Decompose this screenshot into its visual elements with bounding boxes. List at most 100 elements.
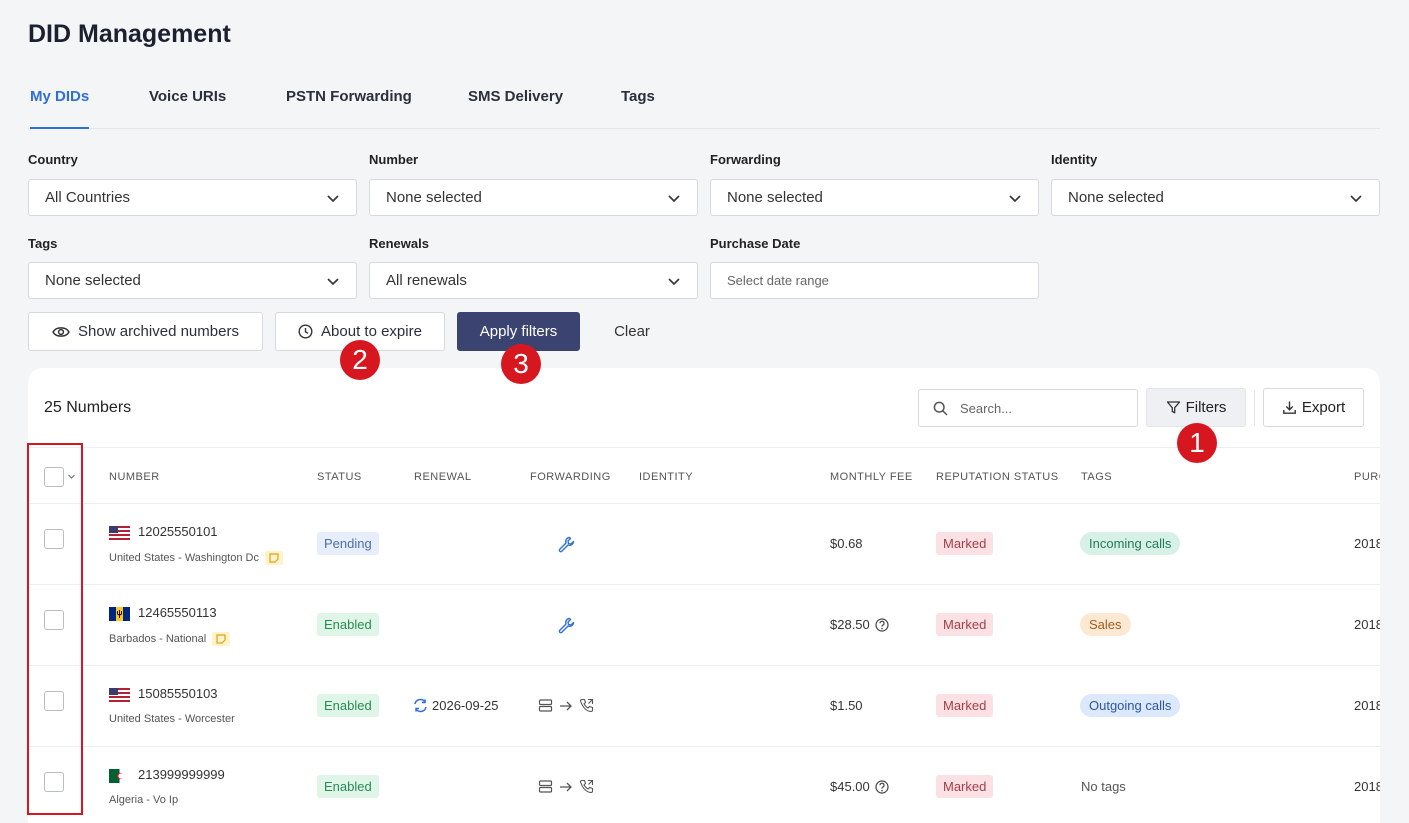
column-status[interactable]: STATUS bbox=[317, 471, 362, 483]
number-select[interactable]: None selected bbox=[369, 179, 698, 216]
country-label: Country bbox=[28, 152, 78, 167]
column-tags[interactable]: TAGS bbox=[1081, 471, 1112, 483]
purchase-date: 2018 bbox=[1354, 536, 1380, 551]
chevron-down-icon bbox=[1009, 194, 1021, 202]
numbers-count: 25 Numbers bbox=[44, 399, 132, 416]
dz-flag-icon bbox=[109, 768, 130, 783]
forwarding-route[interactable] bbox=[538, 779, 594, 794]
phone-forward-icon bbox=[579, 698, 594, 713]
column-number[interactable]: NUMBER bbox=[109, 471, 160, 483]
did-number[interactable]: 12465550113 bbox=[138, 605, 217, 620]
clear-button[interactable]: Clear bbox=[600, 312, 664, 351]
chevron-down-icon bbox=[668, 194, 680, 202]
tab-voice-uris[interactable]: Voice URIs bbox=[149, 88, 226, 129]
note-icon[interactable] bbox=[212, 632, 231, 646]
renewals-label: Renewals bbox=[369, 236, 429, 251]
country-select[interactable]: All Countries bbox=[28, 179, 357, 216]
forwarding-label: Forwarding bbox=[710, 152, 781, 167]
tag-pill[interactable]: Outgoing calls bbox=[1080, 694, 1181, 717]
reputation-badge: Marked bbox=[936, 694, 994, 717]
tags-select-value: None selected bbox=[45, 272, 141, 289]
bb-flag-icon bbox=[109, 606, 130, 621]
eye-icon bbox=[52, 326, 70, 337]
arrow-right-icon bbox=[560, 701, 572, 710]
tag-pill[interactable]: Incoming calls bbox=[1080, 532, 1181, 555]
tab-pstn-forwarding[interactable]: PSTN Forwarding bbox=[286, 88, 412, 129]
export-label: Export bbox=[1301, 399, 1346, 416]
did-number[interactable]: 15085550103 bbox=[138, 686, 218, 701]
show-archived-button[interactable]: Show archived numbers bbox=[28, 312, 263, 351]
server-icon bbox=[538, 780, 553, 793]
tab-tags[interactable]: Tags bbox=[621, 88, 655, 129]
did-location: Barbados - National bbox=[109, 633, 207, 645]
reputation-badge: Marked bbox=[936, 775, 994, 798]
apply-filters-label: Apply filters bbox=[479, 323, 558, 340]
chevron-down-icon bbox=[668, 277, 680, 285]
filters-button[interactable]: Filters bbox=[1146, 388, 1246, 427]
forwarding-route[interactable] bbox=[538, 698, 594, 713]
tag-pill[interactable]: Sales bbox=[1080, 613, 1131, 636]
status-badge: Enabled bbox=[317, 613, 379, 636]
reputation-badge: Marked bbox=[936, 613, 994, 636]
filter-funnel-icon bbox=[1166, 401, 1180, 414]
us-flag-icon bbox=[109, 687, 130, 702]
status-badge: Pending bbox=[317, 532, 379, 555]
status-badge: Enabled bbox=[317, 775, 379, 798]
tab-sms-delivery[interactable]: SMS Delivery bbox=[468, 88, 563, 129]
page-title: DID Management bbox=[28, 20, 231, 48]
identity-select-value: None selected bbox=[1068, 189, 1164, 206]
chevron-down-icon bbox=[1350, 194, 1362, 202]
table-row[interactable]: 12025550101 United States - Washington D… bbox=[28, 504, 1380, 585]
chevron-down-icon bbox=[327, 277, 339, 285]
country-select-value: All Countries bbox=[45, 189, 131, 206]
phone-forward-icon bbox=[579, 779, 594, 794]
number-select-value: None selected bbox=[386, 189, 482, 206]
search-box[interactable]: Search... bbox=[918, 389, 1138, 427]
purchase-date: 2018 bbox=[1354, 617, 1380, 632]
forwarding-select[interactable]: None selected bbox=[710, 179, 1039, 216]
renewal-date: 2026-09-25 bbox=[432, 698, 499, 713]
monthly-fee: $45.00 bbox=[830, 779, 870, 794]
wrench-icon[interactable] bbox=[558, 617, 575, 634]
export-button[interactable]: Export bbox=[1263, 388, 1364, 427]
clock-icon bbox=[298, 324, 313, 339]
tab-my-dids[interactable]: My DIDs bbox=[30, 88, 90, 129]
column-reputation-status[interactable]: REPUTATION STATUS bbox=[936, 471, 1059, 483]
tags-select[interactable]: None selected bbox=[28, 262, 357, 299]
search-input[interactable]: Search... bbox=[960, 401, 1012, 416]
help-circle-icon[interactable] bbox=[875, 617, 889, 632]
wrench-icon[interactable] bbox=[558, 536, 575, 553]
table-row[interactable]: 213999999999 Algeria - Vo Ip Enabled $45… bbox=[28, 747, 1380, 823]
tags-label: Tags bbox=[28, 236, 58, 251]
did-location: United States - Worcester bbox=[109, 713, 235, 725]
did-number[interactable]: 12025550101 bbox=[138, 524, 218, 539]
tab-bar: My DIDs Voice URIs PSTN Forwarding SMS D… bbox=[28, 74, 1380, 129]
us-flag-icon bbox=[109, 525, 130, 540]
did-location: Algeria - Vo Ip bbox=[109, 794, 179, 806]
purchase-date-input[interactable]: Select date range bbox=[710, 262, 1039, 299]
monthly-fee: $28.50 bbox=[830, 617, 870, 632]
purchase-date-placeholder: Select date range bbox=[727, 273, 829, 288]
clear-label: Clear bbox=[614, 323, 650, 340]
table-row[interactable]: 12465550113 Barbados - National Enabled … bbox=[28, 585, 1380, 666]
column-forwarding[interactable]: FORWARDING bbox=[530, 471, 611, 483]
purchase-date: 2018 bbox=[1354, 779, 1380, 794]
column-monthly-fee[interactable]: MONTHLY FEE bbox=[830, 471, 913, 483]
annotation-badge-3: 3 bbox=[501, 344, 541, 384]
search-icon bbox=[933, 401, 948, 416]
download-icon bbox=[1282, 401, 1296, 414]
identity-select[interactable]: None selected bbox=[1051, 179, 1380, 216]
toolbar-divider bbox=[1254, 390, 1255, 426]
reputation-badge: Marked bbox=[936, 532, 994, 555]
renewals-select[interactable]: All renewals bbox=[369, 262, 698, 299]
column-identity[interactable]: IDENTITY bbox=[639, 471, 693, 483]
status-badge: Enabled bbox=[317, 694, 379, 717]
column-renewal[interactable]: RENEWAL bbox=[414, 471, 472, 483]
table-row[interactable]: 15085550103 United States - Worcester En… bbox=[28, 666, 1380, 747]
about-to-expire-label: About to expire bbox=[321, 323, 422, 340]
column-purchase[interactable]: PURC bbox=[1354, 471, 1380, 483]
did-number[interactable]: 213999999999 bbox=[138, 767, 225, 782]
purchase-date-label: Purchase Date bbox=[710, 236, 801, 251]
note-icon[interactable] bbox=[265, 551, 283, 565]
help-circle-icon[interactable] bbox=[875, 779, 889, 794]
